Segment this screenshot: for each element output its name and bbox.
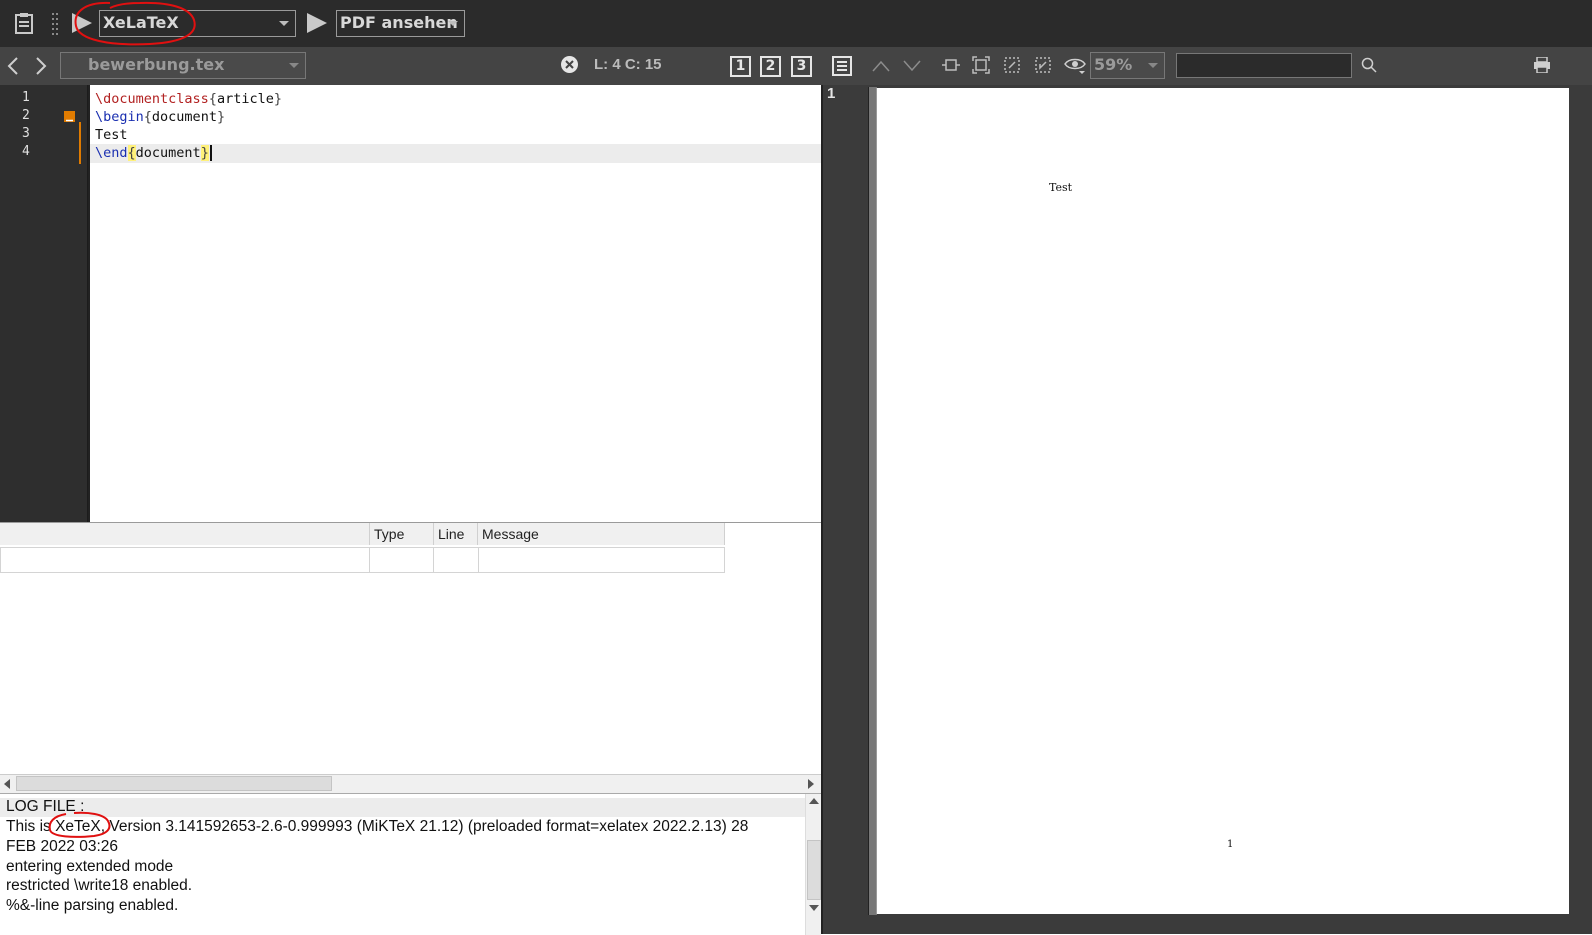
pdf-body-text: Test (1049, 181, 1073, 194)
chevron-down-icon (1148, 63, 1158, 68)
scroll-down-icon[interactable] (809, 905, 819, 911)
back-icon[interactable] (6, 56, 20, 81)
open-file-name: bewerbung.tex (88, 55, 225, 74)
column-header-type[interactable]: Type (370, 523, 434, 545)
annotation-circle-compiler (74, 1, 196, 46)
next-page-icon[interactable] (902, 58, 922, 78)
scrollbar-thumb[interactable] (16, 776, 332, 791)
code-editor[interactable]: \documentclass{article} \begin{document}… (88, 85, 823, 522)
pdf-thumbnail-strip: 1 (821, 85, 870, 934)
table-cell[interactable] (369, 547, 434, 573)
text-cursor (209, 145, 212, 161)
close-file-icon[interactable] (560, 55, 579, 79)
table-cell[interactable] (478, 547, 725, 573)
code-line-3: Test (95, 126, 128, 144)
scroll-left-icon[interactable] (4, 779, 10, 789)
zoom-selection-icon[interactable] (1003, 56, 1021, 79)
chevron-down-icon (448, 21, 458, 26)
messages-table: Type Line Message (0, 522, 821, 775)
layout-button-1[interactable]: 1 (730, 56, 751, 77)
open-file-select[interactable]: bewerbung.tex (60, 52, 306, 79)
column-header-line[interactable]: Line (434, 523, 478, 545)
scroll-up-icon[interactable] (809, 798, 819, 804)
search-icon[interactable] (1361, 57, 1377, 78)
log-output[interactable]: LOG FILE : This is XeTeX, Version 3.1415… (0, 793, 821, 935)
viewer-action-value: PDF ansehen (340, 13, 458, 32)
pdf-search-input[interactable] (1176, 53, 1352, 78)
zoom-value: 59% (1094, 55, 1133, 74)
column-header-message[interactable]: Message (478, 523, 725, 545)
latex-command: \documentclass (95, 91, 209, 107)
scroll-right-icon[interactable] (808, 779, 814, 789)
latex-argument: article (216, 91, 274, 107)
drag-handle-icon[interactable] (52, 13, 58, 40)
log-line: %&-line parsing enabled. (6, 897, 179, 914)
previous-page-icon[interactable] (871, 58, 891, 78)
pdf-page-number: 1 (1227, 839, 1234, 850)
editor-gutter: 1 2 3 4 (0, 85, 88, 522)
page-indicator[interactable]: 1 (827, 85, 835, 102)
log-line: entering extended mode (6, 858, 174, 875)
log-line: This is XeTeX, Version 3.141592653-2.6-0… (6, 818, 749, 835)
forward-icon[interactable] (34, 56, 48, 81)
line-number: 4 (22, 144, 30, 159)
code-line-4: \end{document} (95, 144, 212, 162)
code-line-2: \begin{document} (95, 109, 226, 125)
latex-argument: document (135, 145, 201, 161)
latex-argument: document (151, 109, 217, 125)
scrollbar-thumb[interactable] (807, 840, 821, 900)
editor-toolbar: bewerbung.tex L: 4 C: 15 1 2 3 59% (0, 47, 1592, 85)
line-number: 1 (22, 90, 30, 105)
cursor-position: L: 4 C: 15 (594, 56, 662, 73)
table-cell[interactable] (0, 547, 370, 573)
layout-button-2[interactable]: 2 (760, 56, 781, 77)
fold-toggle-icon[interactable] (64, 111, 75, 122)
horizontal-scrollbar[interactable] (0, 774, 821, 793)
line-number: 3 (22, 126, 30, 141)
chevron-down-icon (289, 63, 299, 68)
chevron-down-icon (279, 21, 289, 26)
annotation-circle-xetex (48, 811, 111, 838)
view-run-icon[interactable] (307, 13, 327, 33)
plain-text: Test (95, 127, 128, 143)
log-line: FEB 2022 03:26 (6, 838, 119, 855)
eye-icon[interactable] (1064, 56, 1086, 79)
zoom-select[interactable]: 59% (1090, 52, 1165, 79)
clipboard-icon[interactable] (14, 12, 34, 39)
line-number: 2 (22, 108, 30, 123)
print-icon[interactable] (1533, 56, 1551, 78)
vertical-scrollbar[interactable] (805, 794, 821, 935)
latex-command: \end (95, 145, 128, 161)
layout-button-3[interactable]: 3 (791, 56, 812, 77)
fit-width-icon[interactable] (942, 56, 960, 79)
pdf-page[interactable]: Test 1 (876, 88, 1569, 914)
column-header-blank[interactable] (0, 523, 370, 545)
fit-page-icon[interactable] (972, 56, 990, 79)
table-cell[interactable] (433, 547, 479, 573)
log-current-line-highlight (0, 798, 805, 817)
code-line-1: \documentclass{article} (95, 91, 282, 107)
main-toolbar: XeLaTeX PDF ansehen (0, 0, 1592, 47)
viewer-action-select[interactable]: PDF ansehen (336, 10, 465, 37)
structure-list-icon[interactable] (832, 56, 852, 81)
log-line: restricted \write18 enabled. (6, 877, 193, 894)
latex-command: \begin (95, 109, 144, 125)
fold-range-marker (79, 122, 81, 164)
shrink-page-icon[interactable] (1034, 56, 1052, 79)
